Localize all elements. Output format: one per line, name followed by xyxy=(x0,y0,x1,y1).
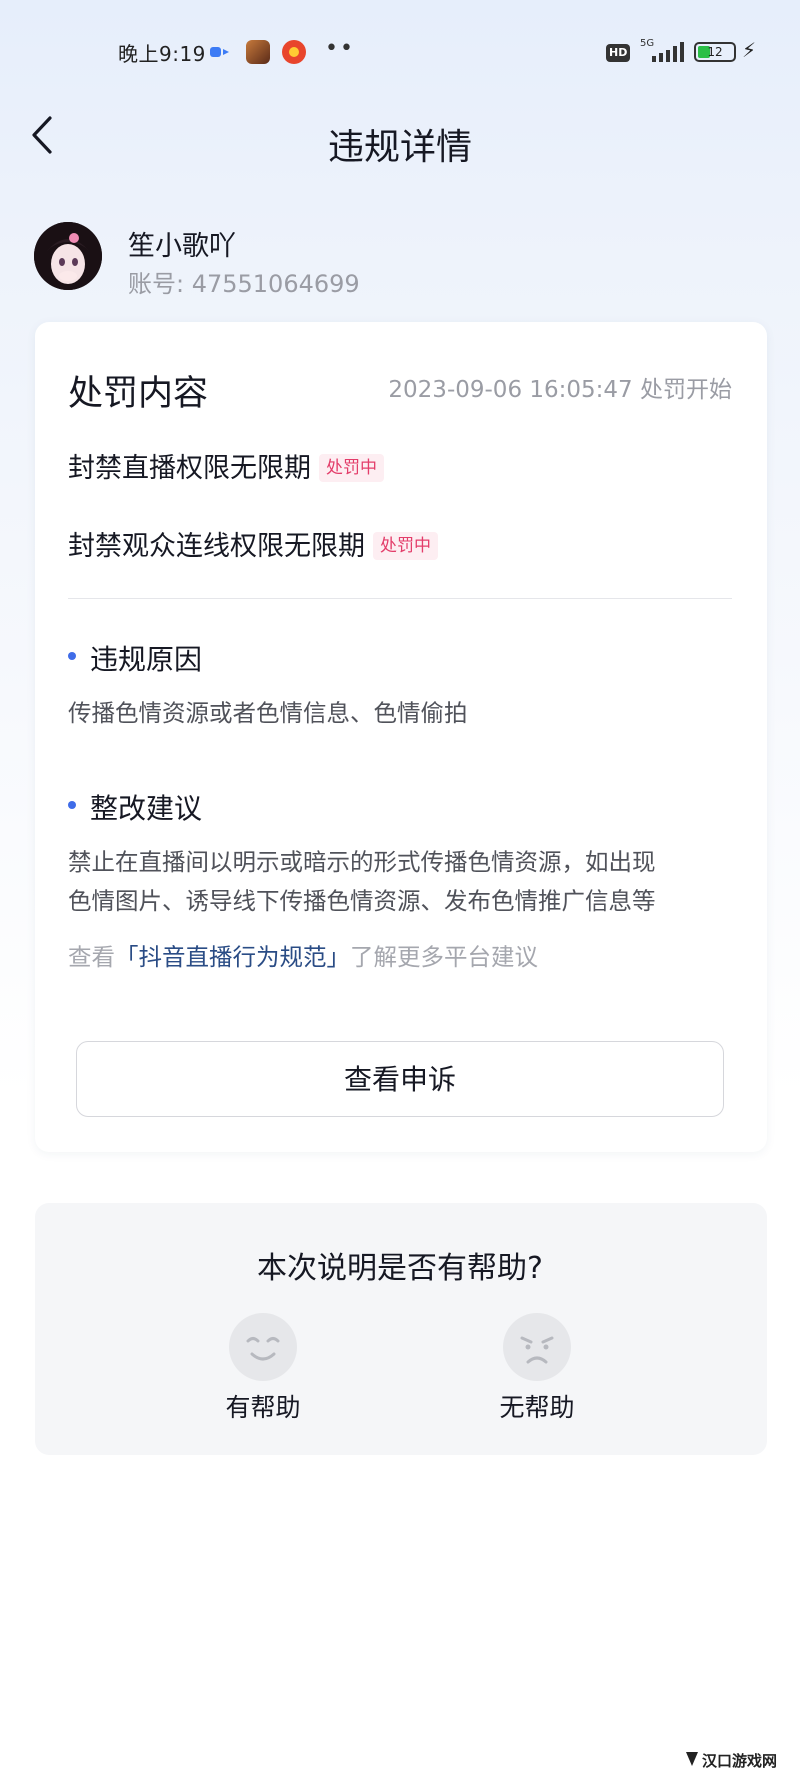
watermark-logo-icon xyxy=(684,1750,700,1768)
penalty-item-label: 封禁直播权限无限期 xyxy=(68,453,311,484)
username: 笙小歌吖 xyxy=(128,231,236,262)
unhelpful-label[interactable]: 无帮助 xyxy=(477,1388,597,1424)
feedback-card xyxy=(35,1203,767,1455)
hd-icon: HD xyxy=(606,44,631,62)
helpful-label[interactable]: 有帮助 xyxy=(203,1388,323,1424)
page-title: 违规详情 xyxy=(327,127,472,168)
reason-title: 违规原因 xyxy=(90,643,203,676)
assistant-app-icon xyxy=(208,40,232,64)
frown-face-icon[interactable] xyxy=(502,1312,572,1382)
bullet-dot xyxy=(68,801,76,809)
bullet-dot xyxy=(68,652,76,660)
battery-level-text: 12 xyxy=(707,45,723,59)
feedback-question: 本次说明是否有帮助? xyxy=(257,1251,543,1286)
reason-text: 传播色情资源或者色情信息、色情偷拍 xyxy=(68,699,468,727)
charging-icon: ⚡ xyxy=(742,38,757,62)
game-app-icon xyxy=(246,40,270,64)
penalty-item-label: 封禁观众连线权限无限期 xyxy=(68,531,365,562)
battery-icon: 12 xyxy=(694,42,736,62)
status-badge: 处罚中 xyxy=(373,532,438,560)
avatar xyxy=(34,222,102,290)
smile-face-icon[interactable] xyxy=(228,1312,298,1382)
signal-icon xyxy=(650,42,684,64)
advice-title: 整改建议 xyxy=(90,792,203,825)
penalty-section-title: 处罚内容 xyxy=(68,374,209,414)
divider xyxy=(68,598,732,599)
penalty-item: 封禁观众连线权限无限期 处罚中 xyxy=(68,524,438,563)
watermark-text: 汉口游戏网 xyxy=(702,1752,778,1770)
guideline-hint: 查看「抖音直播行为规范」了解更多平台建议 xyxy=(68,938,538,972)
advice-text-line-2: 色情图片、诱导线下传播色情资源、发布色情推广信息等 xyxy=(68,887,656,915)
advice-text-line-1: 禁止在直播间以明示或暗示的形式传播色情资源，如出现 xyxy=(68,848,656,876)
hint-suffix: 了解更多平台建议 xyxy=(350,943,538,971)
status-badge: 处罚中 xyxy=(319,454,384,482)
hint-prefix: 查看 xyxy=(68,943,115,971)
penalty-item: 封禁直播权限无限期 处罚中 xyxy=(68,446,384,485)
account-id: 账号: 47551064699 xyxy=(128,270,360,298)
more-notifications-icon: •• xyxy=(325,36,355,61)
news-app-icon xyxy=(282,40,306,64)
status-time: 晚上9:19 xyxy=(118,42,206,66)
guideline-link[interactable]: 「抖音直播行为规范」 xyxy=(115,943,350,971)
view-appeal-button[interactable]: 查看申诉 xyxy=(76,1041,724,1117)
penalty-start-time: 2023-09-06 16:05:47 处罚开始 xyxy=(388,377,732,403)
